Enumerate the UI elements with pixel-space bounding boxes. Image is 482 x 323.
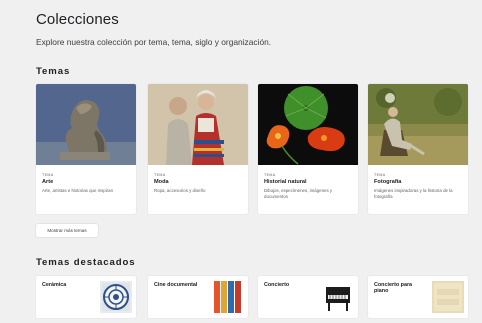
piano-icon xyxy=(322,281,354,313)
bust-sculpture-image xyxy=(36,84,136,165)
theme-description: Dibujos, especímenes, imágenes y documen… xyxy=(264,188,333,199)
blue-plate-icon xyxy=(100,281,132,313)
color-film-strips-icon xyxy=(212,281,244,313)
theme-name: Historial natural xyxy=(264,179,307,185)
nasturtium-flowers-image xyxy=(258,84,358,165)
featured-card-cine-documental[interactable]: Cine documental xyxy=(148,276,248,318)
featured-card-concierto[interactable]: Concierto xyxy=(258,276,358,318)
featured-name: Concierto para piano xyxy=(374,282,413,295)
theme-name: Arte xyxy=(42,179,54,185)
theme-description: Imágenes inspiradoras y la historia de l… xyxy=(374,188,453,199)
theme-card-moda[interactable]: TEMA Moda Ropa, accesorios y diseño xyxy=(148,84,248,214)
show-more-themes-button[interactable]: Mostrar más temas xyxy=(36,224,98,237)
theme-tag: TEMA xyxy=(374,173,386,177)
featured-card-concierto-para-piano[interactable]: Concierto para piano xyxy=(368,276,468,318)
theme-tag: TEMA xyxy=(42,173,54,177)
theme-tag: TEMA xyxy=(154,173,166,177)
theme-description: Ropa, accesorios y diseño xyxy=(154,188,206,193)
theme-name: Fotografía xyxy=(374,179,402,185)
man-in-garden-chair-image xyxy=(368,84,468,165)
featured-card-ceramica[interactable]: Cerámica xyxy=(36,276,136,318)
theme-tag: TEMA xyxy=(264,173,276,177)
page-subtitle: Explore nuestra colección por tema, tema… xyxy=(36,37,272,47)
folk-costume-image xyxy=(148,84,248,165)
sheet-music-icon xyxy=(432,281,464,313)
page-title: Colecciones xyxy=(36,11,119,28)
section-title-temas-destacados: Temas destacados xyxy=(36,257,136,268)
featured-name: Concierto xyxy=(264,282,290,288)
section-title-temas: Temas xyxy=(36,66,71,77)
theme-card-historial-natural[interactable]: TEMA Historial natural Dibujos, especíme… xyxy=(258,84,358,214)
featured-name: Cine documental xyxy=(154,282,198,288)
theme-card-fotografia[interactable]: TEMA Fotografía Imágenes inspiradoras y … xyxy=(368,84,468,214)
theme-description: Arte, artistas e historias que inspiran xyxy=(42,188,114,193)
theme-card-arte[interactable]: TEMA Arte Arte, artistas e historias que… xyxy=(36,84,136,214)
featured-name: Cerámica xyxy=(42,282,67,288)
theme-name: Moda xyxy=(154,179,169,185)
